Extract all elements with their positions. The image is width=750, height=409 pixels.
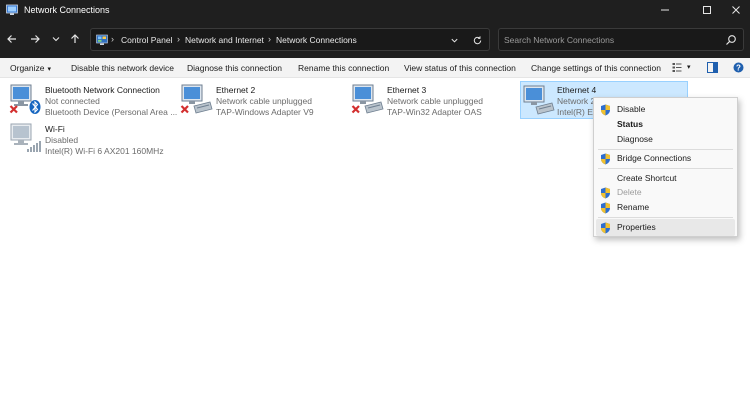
- disable-device-button[interactable]: Disable this network device: [71, 63, 174, 73]
- connection-name: Ethernet 4: [557, 85, 597, 95]
- menu-item-label: Delete: [617, 187, 642, 197]
- menu-item-label: Disable: [617, 104, 646, 114]
- menu-item-diagnose[interactable]: Diagnose: [596, 131, 735, 148]
- menu-separator: [598, 168, 733, 169]
- connection-name: Ethernet 2: [216, 85, 256, 95]
- back-button[interactable]: [3, 30, 21, 48]
- menu-item-bridge-connections[interactable]: Bridge Connections: [596, 150, 735, 167]
- title-bar: Network Connections: [0, 0, 750, 20]
- menu-item-properties[interactable]: Properties: [596, 219, 735, 236]
- connection-device: TAP-Windows Adapter V9: [216, 107, 314, 117]
- chevron-down-icon: ▾: [47, 66, 52, 73]
- change-view-icon[interactable]: [672, 62, 682, 73]
- help-icon[interactable]: ?: [733, 62, 744, 73]
- address-history-button[interactable]: [448, 34, 460, 46]
- diagnose-connection-button[interactable]: Diagnose this connection: [187, 63, 282, 73]
- connection-status: Network cable unplugged: [216, 96, 312, 106]
- control-panel-icon: [96, 34, 108, 45]
- connection-item-bluetooth[interactable]: Bluetooth Network Connection Not connect…: [9, 82, 177, 118]
- connection-name: Wi-Fi: [45, 124, 65, 134]
- organize-label: Organize: [10, 63, 45, 73]
- minimize-icon: [661, 9, 669, 11]
- organize-menu[interactable]: Organize ▾: [10, 63, 51, 73]
- connection-device: Bluetooth Device (Personal Area ...: [45, 107, 178, 117]
- wifi-adapter-icon: [10, 123, 41, 152]
- search-input[interactable]: [504, 32, 719, 48]
- preview-pane-icon[interactable]: [707, 62, 718, 73]
- arrow-up-icon: [71, 34, 79, 43]
- connection-item-ethernet-3[interactable]: Ethernet 3 Network cable unplugged TAP-W…: [351, 82, 501, 118]
- menu-item-label: Properties: [617, 222, 656, 232]
- navigation-bar: › Control Panel › Network and Internet ›…: [0, 20, 750, 58]
- menu-item-label: Status: [617, 119, 643, 129]
- arrow-left-icon: [7, 35, 16, 43]
- close-icon: [732, 6, 740, 14]
- menu-separator: [598, 217, 733, 218]
- svg-text:?: ?: [736, 63, 741, 72]
- maximize-icon: [703, 6, 711, 14]
- context-menu: Disable Status Diagnose Bridge Connectio…: [593, 97, 738, 237]
- menu-item-label: Rename: [617, 202, 650, 212]
- breadcrumb-network-and-internet[interactable]: Network and Internet: [185, 35, 264, 45]
- menu-item-rename[interactable]: Rename: [596, 199, 735, 216]
- uac-shield-icon: [601, 187, 610, 199]
- window-title: Network Connections: [24, 5, 110, 15]
- chevron-down-icon: [450, 38, 458, 43]
- maximize-button[interactable]: [690, 0, 724, 20]
- address-bar[interactable]: › Control Panel › Network and Internet ›…: [90, 28, 490, 51]
- up-button[interactable]: [66, 30, 84, 48]
- uac-shield-icon: [601, 153, 610, 165]
- bluetooth-adapter-icon: [9, 84, 41, 114]
- connection-device: TAP-Win32 Adapter OAS: [387, 107, 482, 117]
- breadcrumb-separator: ›: [177, 34, 180, 44]
- menu-item-label: Create Shortcut: [617, 173, 677, 183]
- connection-status: Network cable unplugged: [387, 96, 483, 106]
- ethernet-adapter-icon: [523, 85, 555, 115]
- refresh-button[interactable]: [471, 34, 483, 46]
- menu-item-label: Bridge Connections: [617, 153, 692, 163]
- arrow-right-icon: [31, 35, 40, 43]
- close-button[interactable]: [722, 0, 750, 20]
- chevron-down-icon: [52, 37, 60, 42]
- connection-device: Intel(R) Wi-Fi 6 AX201 160MHz: [45, 146, 164, 156]
- connection-name: Bluetooth Network Connection: [45, 85, 160, 95]
- recent-locations-button[interactable]: [47, 30, 65, 48]
- view-status-button[interactable]: View status of this connection: [404, 63, 516, 73]
- ethernet-adapter-icon: [180, 84, 213, 114]
- change-settings-button[interactable]: Change settings of this connection: [531, 63, 661, 73]
- uac-shield-icon: [601, 104, 610, 116]
- connection-item-ethernet-2[interactable]: Ethernet 2 Network cable unplugged TAP-W…: [180, 82, 330, 118]
- search-icon[interactable]: [725, 34, 737, 46]
- connection-status: Network 2: [557, 96, 596, 106]
- uac-shield-icon: [601, 222, 610, 234]
- breadcrumb-network-connections[interactable]: Network Connections: [276, 35, 357, 45]
- command-bar: Organize ▾ Disable this network device Di…: [0, 58, 750, 78]
- network-connections-app-icon: [6, 4, 18, 15]
- view-options-dropdown[interactable]: ▾: [687, 63, 691, 71]
- connection-item-wifi[interactable]: Wi-Fi Disabled Intel(R) Wi-Fi 6 AX201 16…: [9, 121, 169, 157]
- breadcrumb-control-panel[interactable]: Control Panel: [121, 35, 173, 45]
- uac-shield-icon: [601, 202, 610, 214]
- connection-status: Not connected: [45, 96, 100, 106]
- minimize-button[interactable]: [648, 0, 682, 20]
- menu-item-label: Diagnose: [617, 134, 653, 144]
- breadcrumb-separator: ›: [268, 34, 271, 44]
- rename-connection-button[interactable]: Rename this connection: [298, 63, 389, 73]
- connection-device: Intel(R) Et: [557, 107, 596, 117]
- connection-name: Ethernet 3: [387, 85, 427, 95]
- breadcrumb-separator: ›: [111, 34, 114, 44]
- search-box[interactable]: [498, 28, 744, 51]
- connection-status: Disabled: [45, 135, 79, 145]
- refresh-icon: [473, 35, 481, 44]
- forward-button[interactable]: [26, 30, 44, 48]
- ethernet-adapter-icon: [351, 84, 384, 114]
